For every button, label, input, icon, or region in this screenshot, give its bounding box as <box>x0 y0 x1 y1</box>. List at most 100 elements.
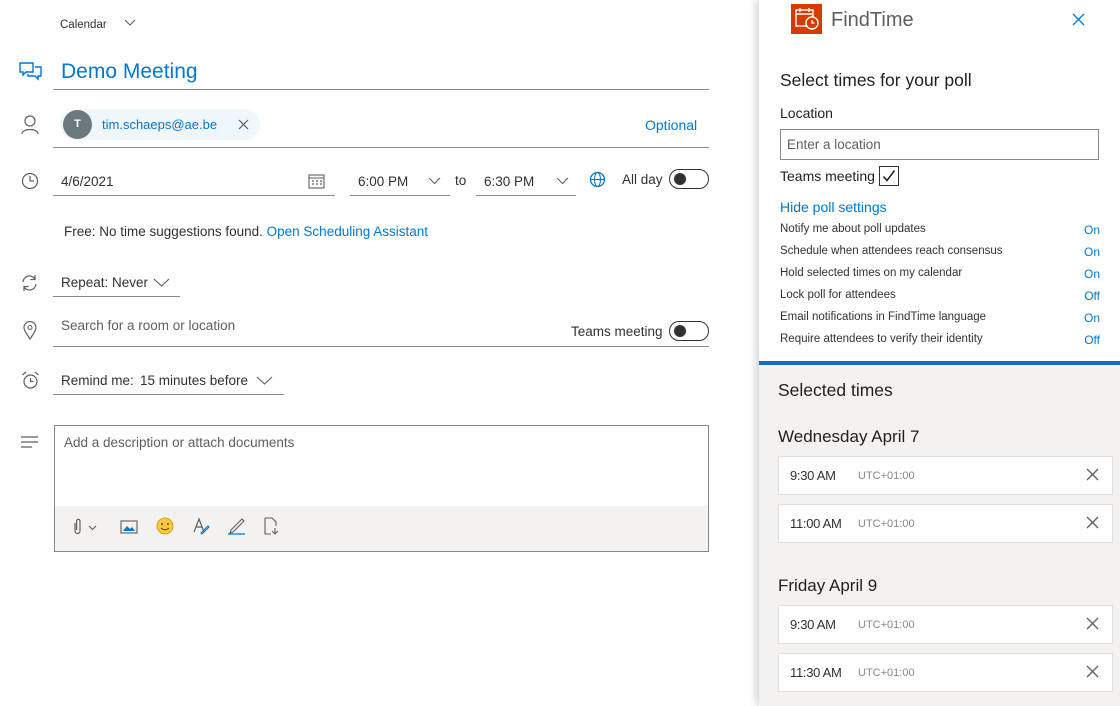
poll-location-input[interactable]: Enter a location <box>780 129 1099 160</box>
setting-hold-times: Hold selected times on my calendar On <box>780 267 1100 285</box>
day-heading: Friday April 9 <box>778 576 878 595</box>
start-date-value: 4/6/2021 <box>61 174 114 189</box>
chevron-down-icon <box>153 278 170 287</box>
location-input[interactable]: Search for a room or location Teams meet… <box>53 312 709 347</box>
teams-meeting-checkbox[interactable] <box>879 166 899 186</box>
repeat-value: Never <box>112 275 149 290</box>
selected-times-section: Selected times Wednesday April 7 9:30 AM… <box>759 361 1120 706</box>
hide-poll-settings-link[interactable]: Hide poll settings <box>780 199 887 215</box>
avatar: T <box>63 110 92 139</box>
slot-timezone: UTC+01:00 <box>858 470 915 482</box>
slot-time: 9:30 AM <box>790 468 836 483</box>
editor-toolbar <box>55 506 708 551</box>
slot-timezone: UTC+01:00 <box>858 667 915 679</box>
chevron-down-icon <box>556 177 569 185</box>
setting-email-language: Email notifications in FindTime language… <box>780 311 1100 329</box>
attendee-chip[interactable]: T tim.schaeps@ae.be <box>60 109 260 140</box>
alarm-clock-icon <box>21 371 40 390</box>
toggle-knob <box>674 173 686 185</box>
signature-pen-icon[interactable] <box>227 517 246 535</box>
setting-value[interactable]: Off <box>1084 289 1100 303</box>
start-time-dropdown[interactable]: 6:00 PM <box>350 167 450 196</box>
setting-label: Require attendees to verify their identi… <box>780 333 983 345</box>
repeat-dropdown[interactable]: Repeat: Never <box>53 268 180 297</box>
poll-location-placeholder: Enter a location <box>787 137 881 152</box>
emoji-icon[interactable] <box>156 517 174 535</box>
chat-bubbles-icon <box>19 62 43 82</box>
remove-slot-icon[interactable] <box>1086 516 1099 529</box>
attach-icon[interactable] <box>71 518 99 536</box>
to-label: to <box>455 173 467 188</box>
setting-label: Hold selected times on my calendar <box>780 267 963 279</box>
time-slot: 11:00 AM UTC+01:00 <box>778 504 1113 543</box>
remove-slot-icon[interactable] <box>1086 665 1099 678</box>
calendar-label: Calendar <box>60 19 107 31</box>
chevron-down-icon <box>256 376 273 385</box>
repeat-label: Repeat: <box>61 275 109 290</box>
calendar-dropdown[interactable]: Calendar <box>60 15 136 31</box>
attendee-email: tim.schaeps@ae.be <box>102 117 218 132</box>
end-time-dropdown[interactable]: 6:30 PM <box>476 167 576 196</box>
time-zone-icon[interactable] <box>589 171 606 188</box>
findtime-title: FindTime <box>831 9 914 31</box>
setting-value[interactable]: Off <box>1084 333 1100 347</box>
repeat-icon <box>20 274 39 292</box>
image-icon[interactable] <box>120 520 138 534</box>
calendar-icon[interactable] <box>308 173 325 189</box>
poll-teams-meeting-label: Teams meeting <box>780 168 875 184</box>
title-input[interactable]: Demo Meeting <box>53 56 709 90</box>
start-time-value: 6:00 PM <box>358 174 409 189</box>
start-date-field[interactable]: 4/6/2021 <box>53 167 335 196</box>
slot-time: 11:30 AM <box>790 665 842 680</box>
reminder-dropdown[interactable]: Remind me: 15 minutes before <box>53 366 284 395</box>
teams-meeting-toggle[interactable] <box>669 321 709 341</box>
format-text-icon[interactable] <box>192 517 210 535</box>
no-suggestions-text: No time suggestions found. <box>99 224 263 239</box>
poll-heading: Select times for your poll <box>780 70 972 90</box>
chevron-down-icon <box>124 17 136 27</box>
toggle-knob <box>674 325 686 337</box>
findtime-logo-icon <box>791 4 822 34</box>
setting-lock-poll: Lock poll for attendees Off <box>780 289 1100 307</box>
avatar-initial: T <box>74 118 81 130</box>
setting-value[interactable]: On <box>1084 223 1100 237</box>
findtime-panel: FindTime Select times for your poll Loca… <box>759 0 1120 706</box>
event-title: Demo Meeting <box>61 60 198 83</box>
text-align-icon <box>21 436 38 448</box>
all-day-toggle[interactable] <box>669 169 709 189</box>
setting-value[interactable]: On <box>1084 311 1100 325</box>
setting-value[interactable]: On <box>1084 245 1100 259</box>
clock-icon <box>21 172 39 190</box>
remove-attendee-icon[interactable] <box>238 119 249 130</box>
remind-label: Remind me: <box>61 373 134 388</box>
availability-row: Free: No time suggestions found. Open Sc… <box>64 224 428 239</box>
setting-consensus: Schedule when attendees reach consensus … <box>780 245 1100 263</box>
end-time-value: 6:30 PM <box>484 174 535 189</box>
insert-file-icon[interactable] <box>263 517 281 535</box>
close-icon[interactable] <box>1072 13 1085 26</box>
optional-link[interactable]: Optional <box>645 117 697 133</box>
time-slot: 9:30 AM UTC+01:00 <box>778 456 1113 495</box>
remind-value: 15 minutes before <box>140 373 249 388</box>
description-editor[interactable]: Add a description or attach documents <box>54 425 709 552</box>
remove-slot-icon[interactable] <box>1086 468 1099 481</box>
location-placeholder: Search for a room or location <box>61 318 236 333</box>
slot-time: 11:00 AM <box>790 516 842 531</box>
setting-verify-identity: Require attendees to verify their identi… <box>780 333 1100 351</box>
selected-times-heading: Selected times <box>778 380 893 400</box>
setting-label: Lock poll for attendees <box>780 289 896 301</box>
person-icon <box>21 115 39 135</box>
day-heading: Wednesday April 7 <box>778 427 920 446</box>
setting-label: Email notifications in FindTime language <box>780 311 987 323</box>
remove-slot-icon[interactable] <box>1086 617 1099 630</box>
slot-time: 9:30 AM <box>790 617 836 632</box>
slot-timezone: UTC+01:00 <box>858 518 915 530</box>
setting-value[interactable]: On <box>1084 267 1100 281</box>
slot-timezone: UTC+01:00 <box>858 619 915 631</box>
setting-label: Notify me about poll updates <box>780 223 926 235</box>
free-label: Free: <box>64 224 96 239</box>
time-slot: 9:30 AM UTC+01:00 <box>778 605 1113 644</box>
setting-notify: Notify me about poll updates On <box>780 223 1100 241</box>
teams-meeting-label: Teams meeting <box>571 324 663 339</box>
scheduling-assistant-link[interactable]: Open Scheduling Assistant <box>267 224 428 239</box>
